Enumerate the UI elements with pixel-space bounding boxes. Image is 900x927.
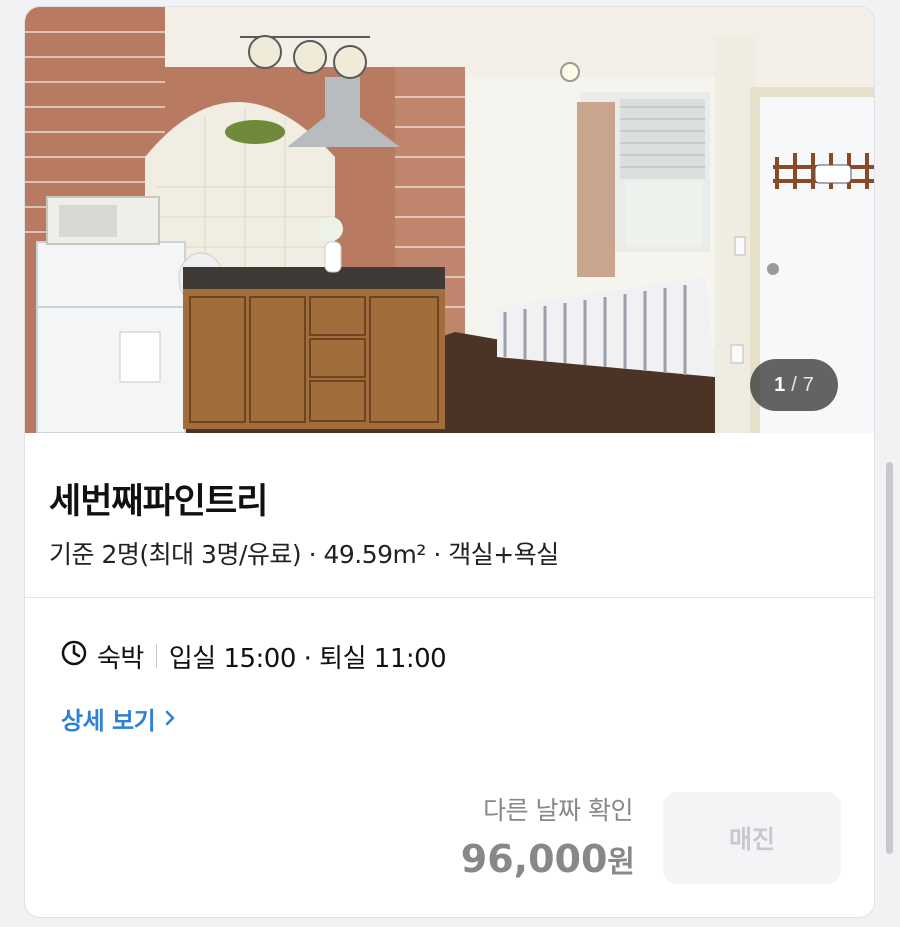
room-photo[interactable] (25, 7, 875, 433)
room-name: 세번째파인트리 (49, 482, 268, 522)
checkin-checkout-times: 입실 15:00 · 퇴실 11:00 (168, 643, 447, 674)
scrollbar[interactable] (886, 462, 893, 854)
photo-counter: 1 / 7 (750, 359, 838, 411)
stay-info-row: 숙박 입실 15:00 · 퇴실 11:00 (61, 638, 447, 674)
price-currency: 원 (607, 845, 635, 880)
room-price: 96,000원 (425, 837, 635, 881)
section-divider (25, 597, 874, 598)
check-other-dates-link[interactable]: 다른 날짜 확인 (445, 791, 633, 827)
photo-counter-current: 1 (774, 373, 786, 396)
photo-counter-total: 7 (802, 373, 814, 396)
sold-out-button[interactable]: 매진 (663, 792, 841, 884)
photo-counter-separator: / (791, 373, 797, 396)
room-capacity-info: 기준 2명(최대 3명/유료) · 49.59m² · 객실+욕실 (49, 540, 559, 569)
stay-info-separator (155, 644, 157, 668)
details-link[interactable]: 상세 보기 (61, 700, 175, 736)
room-card: 1 / 7 세번째파인트리 기준 2명(최대 3명/유료) · 49.59m² … (24, 6, 875, 918)
details-link-label: 상세 보기 (61, 706, 156, 735)
stay-type: 숙박 (97, 643, 144, 674)
price-amount: 96,000 (460, 837, 608, 881)
chevron-right-icon (165, 704, 175, 732)
clock-icon (61, 640, 97, 673)
